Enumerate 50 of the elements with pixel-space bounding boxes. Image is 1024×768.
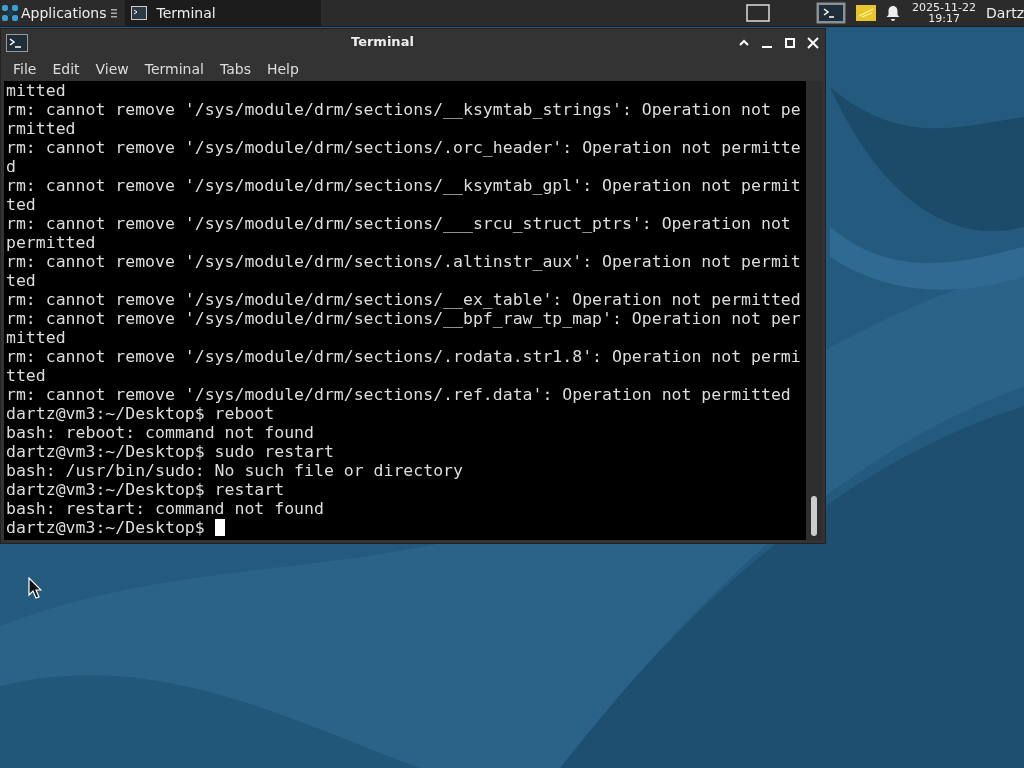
terminal-line: rm: cannot remove '/sys/module/drm/sections/.altinstr_aux': Operation not permit — [6, 252, 801, 271]
workspace-icon[interactable] — [746, 4, 771, 22]
menu-item[interactable]: Help — [258, 60, 307, 77]
window-title: Terminal — [351, 34, 414, 49]
terminal-icon — [130, 6, 147, 20]
menu-icon — [110, 8, 117, 18]
terminal-line: permitted — [6, 233, 96, 252]
notes-icon[interactable] — [856, 5, 877, 21]
terminal-line: rm: cannot remove '/sys/module/drm/sections/__ex_table': Operation not permitted — [6, 290, 801, 309]
terminal-line: mitted — [6, 328, 66, 347]
terminal-line: rm: cannot remove '/sys/module/drm/sections/__bpf_raw_tp_map': Operation not per — [6, 309, 801, 328]
menu-item[interactable]: File — [5, 60, 45, 77]
terminal-line: ted — [6, 271, 36, 290]
logo-icon — [1, 4, 19, 22]
user-name[interactable]: Dartz — [986, 5, 1024, 21]
time-text: 19:17 — [928, 13, 960, 24]
terminal-line: dartz@vm3:~/Desktop$ — [6, 518, 206, 537]
terminal-line: d — [6, 157, 16, 176]
terminal-icon — [6, 33, 28, 52]
terminal-line: mitted — [6, 81, 66, 100]
bell-icon[interactable] — [886, 5, 901, 21]
terminal-line: rmitted — [6, 119, 76, 138]
terminal-line: rm: cannot remove '/sys/module/drm/sections/.ref.data': Operation not permitted — [6, 385, 791, 404]
menu-item[interactable]: Edit — [44, 60, 88, 77]
menu-item[interactable]: Terminal — [136, 60, 212, 77]
terminal-line: tted — [6, 366, 46, 385]
scrollbar[interactable] — [806, 81, 822, 540]
terminal-line: dartz@vm3:~/Desktop$ restart — [6, 480, 285, 499]
terminal-line: dartz@vm3:~/Desktop$ sudo restart — [6, 442, 334, 461]
date-text: 2025-11-22 — [912, 2, 977, 13]
applications-menu[interactable]: Applications — [0, 0, 107, 26]
terminal-line: rm: cannot remove '/sys/module/drm/sections/.rodata.str1.8': Operation not permi — [6, 347, 801, 366]
taskbar-button[interactable]: Terminal — [124, 0, 321, 26]
text-cursor — [214, 519, 225, 536]
terminal-line: rm: cannot remove '/sys/module/drm/sections/___srcu_struct_ptrs': Operation not — [6, 214, 791, 233]
menu-item[interactable]: View — [87, 60, 137, 77]
scrollbar-thumb[interactable] — [811, 496, 817, 536]
mouse-pointer-icon — [28, 577, 42, 599]
terminal-line: bash: restart: command not found — [6, 499, 324, 518]
terminal-icon[interactable] — [816, 2, 847, 24]
terminal-line: dartz@vm3:~/Desktop$ reboot — [6, 404, 275, 423]
close-button[interactable] — [807, 36, 819, 49]
menu-item[interactable]: Tabs — [211, 60, 259, 77]
terminal-line: rm: cannot remove '/sys/module/drm/sections/__ksymtab_gpl': Operation not permit — [6, 176, 801, 195]
terminal-line: rm: cannot remove '/sys/module/drm/sections/__ksymtab_strings': Operation not pe — [6, 100, 801, 119]
terminal-line: bash: reboot: command not found — [6, 423, 314, 442]
terminal-line: ted — [6, 195, 36, 214]
terminal-line: bash: /usr/bin/sudo: No such file or directory — [6, 461, 463, 480]
maximize-button[interactable] — [784, 36, 796, 49]
terminal-line: rm: cannot remove '/sys/module/drm/sections/.orc_header': Operation not permitte — [6, 138, 801, 157]
